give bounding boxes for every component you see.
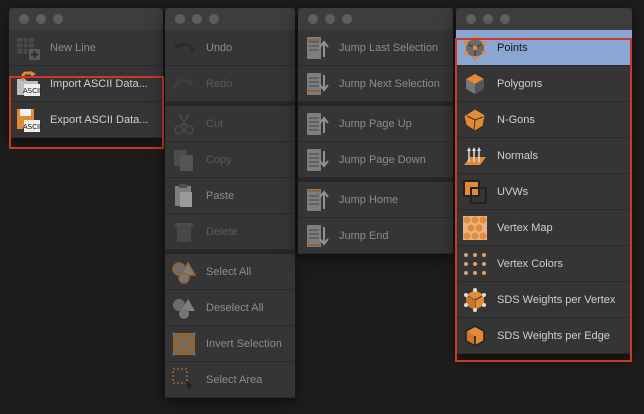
delete-icon xyxy=(171,219,197,245)
menu-item-select-area[interactable]: Select Area xyxy=(165,362,295,398)
window-edit: Undo Redo Cut Copy Paste Delete Select A… xyxy=(165,8,295,398)
menu-item-polygons[interactable]: Polygons xyxy=(456,66,632,102)
menu-item-normals[interactable]: Normals xyxy=(456,138,632,174)
menu-item-vertex-colors[interactable]: Vertex Colors xyxy=(456,246,632,282)
close-window-button[interactable] xyxy=(308,14,318,24)
menu-item-deselect-all[interactable]: Deselect All xyxy=(165,290,295,326)
menu-item-new-line[interactable]: New Line xyxy=(9,30,163,66)
menu-item-copy[interactable]: Copy xyxy=(165,142,295,178)
menu-item-jump-last-selection[interactable]: Jump Last Selection xyxy=(298,30,453,66)
paste-icon xyxy=(171,183,197,209)
menu-item-invert-selection[interactable]: Invert Selection xyxy=(165,326,295,362)
window-file: New Line ASCII Import ASCII Data... ASCI… xyxy=(9,8,163,138)
select-area-icon xyxy=(171,367,197,393)
minimize-window-button[interactable] xyxy=(325,14,335,24)
zoom-window-button[interactable] xyxy=(342,14,352,24)
vertex-colors-icon xyxy=(462,251,488,277)
titlebar[interactable] xyxy=(298,8,453,30)
menu-item-redo[interactable]: Redo xyxy=(165,66,295,102)
menu-item-sds-weights-vertex[interactable]: SDS Weights per Vertex xyxy=(456,282,632,318)
deselect-all-icon xyxy=(171,295,197,321)
select-all-icon xyxy=(171,259,197,285)
sds-weights-edge-icon xyxy=(462,323,488,349)
window-jump: Jump Last Selection Jump Next Selection … xyxy=(298,8,453,254)
minimize-window-button[interactable] xyxy=(36,14,46,24)
ngons-icon xyxy=(462,107,488,133)
close-window-button[interactable] xyxy=(19,14,29,24)
close-window-button[interactable] xyxy=(466,14,476,24)
undo-icon xyxy=(171,35,197,61)
zoom-window-button[interactable] xyxy=(209,14,219,24)
jump-end-icon xyxy=(304,223,330,249)
minimize-window-button[interactable] xyxy=(483,14,493,24)
menu-item-jump-page-down[interactable]: Jump Page Down xyxy=(298,142,453,178)
menu-item-export-ascii[interactable]: ASCII Export ASCII Data... xyxy=(9,102,163,138)
menu-item-import-ascii[interactable]: ASCII Import ASCII Data... xyxy=(9,66,163,102)
jump-home-icon xyxy=(304,187,330,213)
sds-weights-vertex-icon xyxy=(462,287,488,313)
invert-selection-icon xyxy=(171,331,197,357)
menu-item-delete[interactable]: Delete xyxy=(165,214,295,250)
zoom-window-button[interactable] xyxy=(500,14,510,24)
menu-item-ngons[interactable]: N-Gons xyxy=(456,102,632,138)
cut-icon xyxy=(171,111,197,137)
menu-item-paste[interactable]: Paste xyxy=(165,178,295,214)
menu-item-vertex-map[interactable]: Vertex Map xyxy=(456,210,632,246)
points-mode-icon xyxy=(462,35,488,61)
minimize-window-button[interactable] xyxy=(192,14,202,24)
menu-item-jump-page-up[interactable]: Jump Page Up xyxy=(298,106,453,142)
polygons-mode-icon xyxy=(462,71,488,97)
menu-item-jump-next-selection[interactable]: Jump Next Selection xyxy=(298,66,453,102)
jump-next-selection-icon xyxy=(304,71,330,97)
menu-item-select-all[interactable]: Select All xyxy=(165,254,295,290)
redo-icon xyxy=(171,71,197,97)
svg-text:ASCII: ASCII xyxy=(23,123,41,131)
jump-last-selection-icon xyxy=(304,35,330,61)
new-line-icon xyxy=(15,35,41,61)
svg-text:ASCII: ASCII xyxy=(23,87,41,95)
titlebar[interactable] xyxy=(165,8,295,30)
titlebar[interactable] xyxy=(456,8,632,30)
menu-item-cut[interactable]: Cut xyxy=(165,106,295,142)
jump-page-down-icon xyxy=(304,147,330,173)
menu-item-jump-home[interactable]: Jump Home xyxy=(298,182,453,218)
menu-item-sds-weights-edge[interactable]: SDS Weights per Edge xyxy=(456,318,632,354)
menu-item-points[interactable]: Points xyxy=(456,30,632,66)
close-window-button[interactable] xyxy=(175,14,185,24)
uvws-icon xyxy=(462,179,488,205)
menu-item-uvws[interactable]: UVWs xyxy=(456,174,632,210)
menu-item-undo[interactable]: Undo xyxy=(165,30,295,66)
normals-icon xyxy=(462,143,488,169)
copy-icon xyxy=(171,147,197,173)
zoom-window-button[interactable] xyxy=(53,14,63,24)
menu-item-jump-end[interactable]: Jump End xyxy=(298,218,453,254)
import-ascii-icon: ASCII xyxy=(15,71,41,97)
titlebar[interactable] xyxy=(9,8,163,30)
window-modes: Points Polygons N-Gons Normals UVWs Vert… xyxy=(456,8,632,354)
export-ascii-icon: ASCII xyxy=(15,107,41,133)
jump-page-up-icon xyxy=(304,111,330,137)
vertex-map-icon xyxy=(462,215,488,241)
